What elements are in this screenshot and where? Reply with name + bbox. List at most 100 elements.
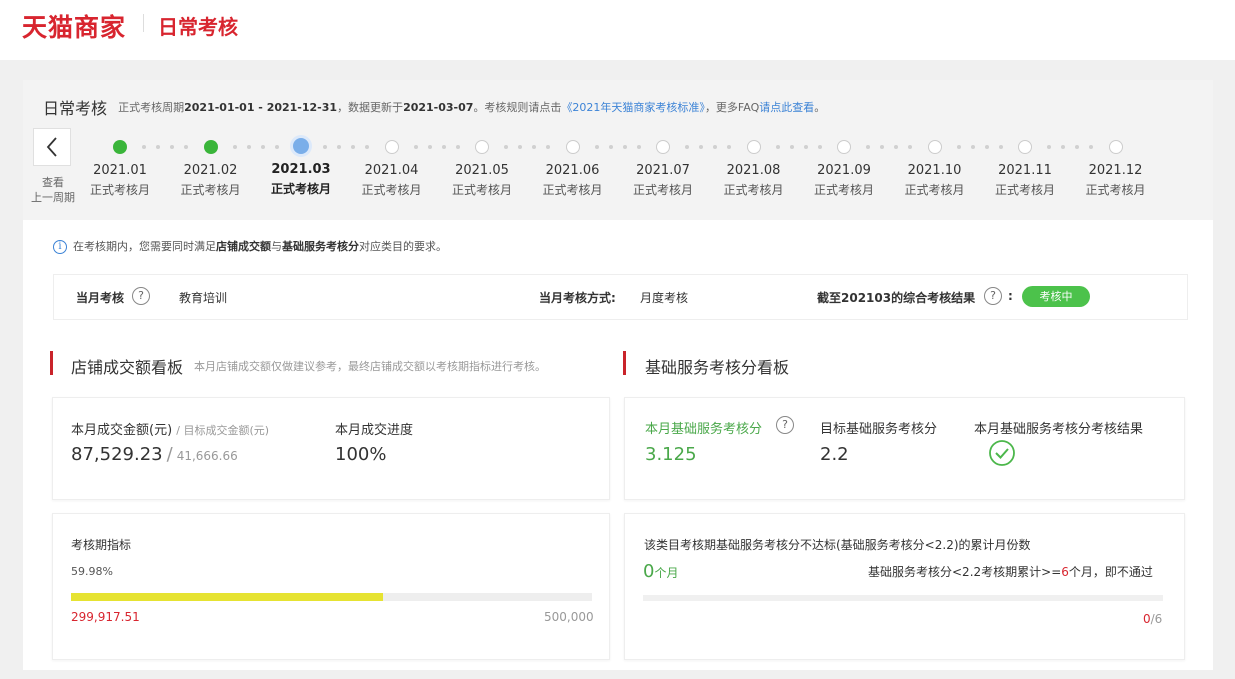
prev-period-button[interactable] bbox=[33, 128, 71, 166]
status-badge: 考核中 bbox=[1022, 286, 1090, 307]
timeline-month[interactable]: 2021.06 正式考核月 bbox=[533, 140, 613, 198]
monthly-amount-value: 87,529.23/41,666.66 bbox=[71, 444, 238, 465]
timeline-month[interactable]: 2021.01 正式考核月 bbox=[80, 140, 160, 198]
timeline-dot bbox=[1018, 140, 1032, 154]
timeline-month-label: 正式考核月 bbox=[813, 183, 874, 197]
fail-progress-bar bbox=[643, 595, 1163, 601]
help-icon[interactable]: ? bbox=[132, 287, 150, 305]
timeline-month[interactable]: 2021.10 正式考核月 bbox=[895, 140, 975, 198]
notice: i 在考核期内，您需要同时满足店铺成交额与基础服务考核分对应类目的要求。 bbox=[53, 238, 447, 254]
timeline-dot bbox=[1108, 140, 1123, 154]
timeline-connector-dot bbox=[970, 145, 975, 149]
timeline-month-label: 正式考核月 bbox=[451, 183, 512, 197]
timeline-connector-dot bbox=[337, 145, 341, 149]
timeline-month-label: 正式考核月 bbox=[89, 183, 150, 197]
timeline-month-date: 2021.11 bbox=[998, 163, 1052, 178]
top-bar: 天猫商家 日常考核 bbox=[0, 0, 1235, 60]
timeline-month-label: 正式考核月 bbox=[542, 183, 603, 197]
period-description: 正式考核周期2021-01-01 - 2021-12-31，数据更新于2021-… bbox=[118, 101, 826, 114]
timeline-dot bbox=[837, 140, 851, 154]
timeline-month-date: 2021.10 bbox=[907, 163, 962, 178]
timeline-connector-dot bbox=[427, 145, 432, 149]
timeline-connector-dot bbox=[789, 145, 794, 149]
timeline-month-date: 2021.04 bbox=[364, 163, 419, 178]
timeline-connector-dot bbox=[323, 145, 327, 149]
faq-link[interactable]: 请点此查看 bbox=[759, 101, 814, 114]
header-divider bbox=[143, 14, 144, 32]
service-section-title: 基础服务考核分看板 bbox=[645, 358, 790, 377]
timeline-month[interactable]: 2021.02 正式考核月 bbox=[171, 140, 251, 198]
timeline-month[interactable]: 2021.11 正式考核月 bbox=[985, 140, 1065, 198]
monthly-progress-value: 100% bbox=[335, 444, 387, 465]
main-panel: 日常考核 正式考核周期2021-01-01 - 2021-12-31，数据更新于… bbox=[23, 80, 1213, 670]
timeline-dot bbox=[927, 140, 942, 154]
timeline-month-label: 正式考核月 bbox=[904, 183, 965, 197]
brand-logo[interactable]: 天猫商家 bbox=[22, 8, 126, 44]
timeline-connector-dot bbox=[1061, 145, 1065, 149]
timeline-dot bbox=[656, 140, 670, 154]
timeline-connector-dot bbox=[594, 145, 599, 149]
period-target-value: 500,000 bbox=[544, 610, 594, 624]
period-header: 日常考核 正式考核周期2021-01-01 - 2021-12-31，数据更新于… bbox=[43, 95, 825, 119]
target-score-value: 2.2 bbox=[820, 444, 849, 465]
timeline-connector-dot bbox=[504, 145, 508, 149]
timeline-month[interactable]: 2021.08 正式考核月 bbox=[714, 140, 794, 198]
timeline-month[interactable]: 2021.03 正式考核月 bbox=[261, 138, 341, 197]
module-title: 日常考核 bbox=[158, 15, 238, 39]
timeline-connector-dot bbox=[232, 145, 237, 149]
timeline-dot bbox=[475, 140, 489, 154]
timeline-month[interactable]: 2021.04 正式考核月 bbox=[352, 140, 432, 198]
timeline-connector-dot bbox=[413, 145, 418, 149]
timeline-connector-dot bbox=[156, 145, 160, 149]
timeline-month[interactable]: 2021.09 正式考核月 bbox=[804, 140, 884, 198]
timeline-connector-dot bbox=[608, 145, 613, 149]
timeline-connector-dot bbox=[775, 145, 780, 149]
timeline-dot bbox=[113, 140, 127, 154]
fail-rule-text: 基础服务考核分<2.2考核期累计>=6个月，即不通过 bbox=[868, 565, 1153, 579]
help-icon[interactable]: ? bbox=[984, 287, 1002, 305]
monthly-amount-label: 本月成交金额(元) / 目标成交金额(元) bbox=[71, 423, 270, 438]
timeline-connector-dot bbox=[956, 145, 961, 149]
timeline-connector-dot bbox=[1047, 145, 1051, 149]
timeline-month[interactable]: 2021.12 正式考核月 bbox=[1076, 140, 1156, 198]
timeline-month-label: 正式考核月 bbox=[270, 182, 331, 196]
monthly-progress-label: 本月成交进度 bbox=[335, 423, 414, 438]
timeline-dot bbox=[746, 140, 761, 154]
timeline-dot bbox=[203, 140, 218, 154]
timeline-connector-dot bbox=[866, 145, 870, 149]
timeline-month-label: 正式考核月 bbox=[723, 183, 784, 197]
timeline-month[interactable]: 2021.07 正式考核月 bbox=[623, 140, 703, 198]
timeline-connector-dot bbox=[518, 145, 522, 149]
help-icon[interactable]: ? bbox=[776, 416, 794, 434]
timeline-connector-dot bbox=[142, 145, 146, 149]
timeline-dot bbox=[384, 140, 399, 154]
period-progress-bar bbox=[71, 593, 592, 601]
period-progress-fill bbox=[71, 593, 384, 601]
target-score-label: 目标基础服务考核分 bbox=[820, 422, 938, 437]
timeline-connector-dot bbox=[699, 145, 703, 149]
timeline-month-label: 正式考核月 bbox=[994, 183, 1055, 197]
assessment-summary: 当月考核 ? 教育培训 当月考核方式: 月度考核 截至202103的综合考核结果… bbox=[53, 274, 1188, 320]
timeline-area: 日常考核 正式考核周期2021-01-01 - 2021-12-31，数据更新于… bbox=[23, 80, 1213, 220]
service-score-label: 本月基础服务考核分 bbox=[645, 422, 763, 437]
category-value: 教育培训 bbox=[179, 291, 228, 305]
timeline-month[interactable]: 2021.05 正式考核月 bbox=[442, 140, 522, 198]
period-current-value: 299,917.51 bbox=[71, 610, 140, 624]
prev-period-label[interactable]: 查看 上一周期 bbox=[23, 175, 83, 205]
info-icon: i bbox=[53, 240, 67, 254]
timeline-month-label: 正式考核月 bbox=[632, 183, 693, 197]
rule-link[interactable]: 《2021年天猫商家考核标准》 bbox=[561, 101, 705, 114]
timeline-month-date: 2021.03 bbox=[271, 162, 331, 177]
fail-count-label: 该类目考核期基础服务考核分不达标(基础服务考核分<2.2)的累计月份数 bbox=[644, 538, 1031, 552]
timeline-month-date: 2021.06 bbox=[545, 163, 600, 178]
timeline-month-date: 2021.07 bbox=[636, 163, 690, 178]
result-label: 截至202103的综合考核结果 bbox=[817, 291, 976, 305]
timeline-month-date: 2021.08 bbox=[726, 163, 781, 178]
timeline-month-label: 正式考核月 bbox=[180, 183, 241, 197]
timeline-month-date: 2021.12 bbox=[1088, 163, 1143, 178]
fail-count-ratio: 0/6 bbox=[1143, 612, 1163, 626]
timeline-month-label: 正式考核月 bbox=[361, 183, 422, 197]
period-title: 日常考核 bbox=[43, 99, 108, 118]
gmv-section-title: 店铺成交额看板 bbox=[71, 358, 184, 377]
section-accent bbox=[50, 351, 53, 375]
